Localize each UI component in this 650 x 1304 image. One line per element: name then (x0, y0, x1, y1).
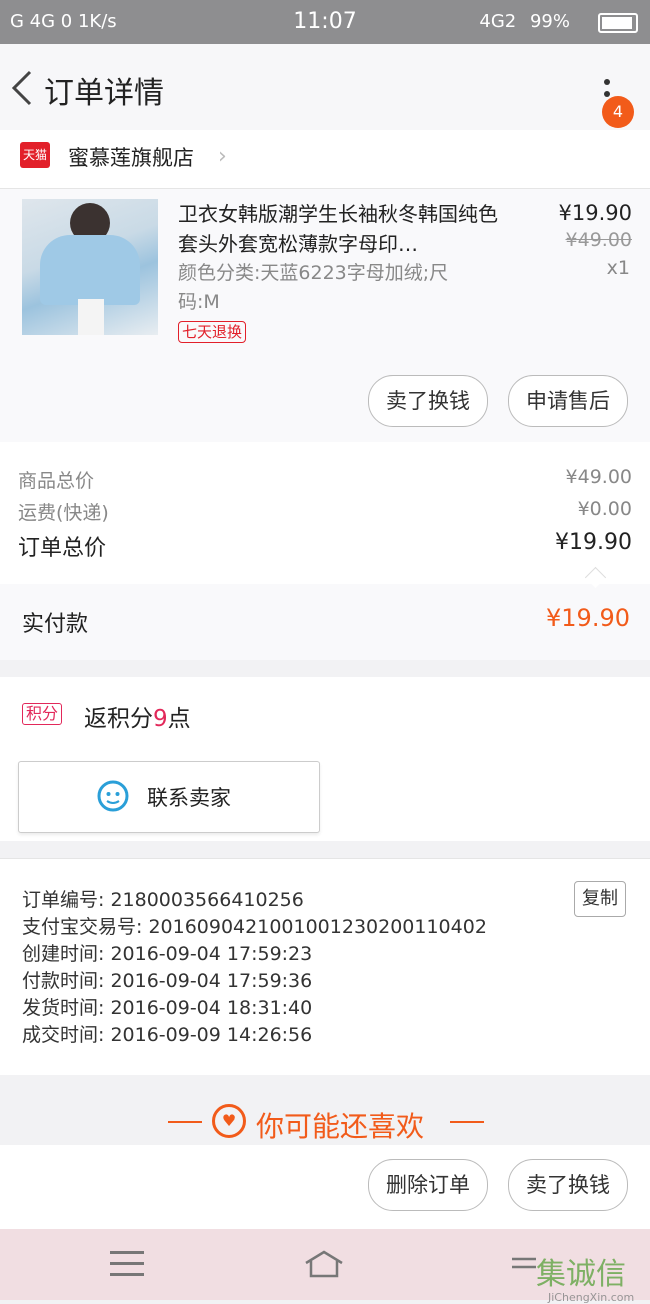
back-arrow-icon[interactable] (8, 68, 38, 108)
chevron-right-icon: › (218, 144, 227, 169)
price-summary: 商品总价 ¥49.00 运费(快递) ¥0.00 订单总价 ¥19.90 (0, 442, 650, 585)
right-dash (450, 1121, 484, 1123)
after-sale-button[interactable]: 申请售后 (508, 375, 628, 427)
created-time: 创建时间: 2016-09-04 17:59:23 (22, 943, 313, 965)
menu-icon[interactable] (110, 1251, 144, 1284)
watermark-text: 集诚信 (536, 1257, 626, 1292)
network-battery: 4G2 99% (479, 11, 570, 32)
paid-value: ¥19.90 (546, 604, 630, 632)
goods-total-label: 商品总价 (18, 470, 95, 492)
goods-total-value: ¥49.00 (565, 466, 632, 488)
order-number: 订单编号: 2180003566410256 (22, 889, 304, 911)
contact-seller-button[interactable]: 联系卖家 (18, 761, 320, 833)
delete-order-button[interactable]: 删除订单 (368, 1159, 488, 1211)
product-card[interactable]: 卫衣女韩版潮学生长袖秋冬韩国纯色套头外套宽松薄款字母印… 颜色分类:天蓝6223… (0, 189, 650, 442)
points-number: 9 (153, 706, 168, 732)
points-text: 返积分9点 (84, 706, 191, 732)
original-price: ¥49.00 (565, 229, 632, 251)
shipped-time: 发货时间: 2016-09-04 18:31:40 (22, 997, 313, 1019)
battery-percent: 99% (529, 11, 570, 32)
home-icon[interactable] (302, 1249, 346, 1279)
header: 订单详情 4 (0, 44, 650, 130)
contact-seller-label: 联系卖家 (147, 786, 231, 810)
product-title: 卫衣女韩版潮学生长袖秋冬韩国纯色套头外套宽松薄款字母印… (178, 202, 498, 256)
recommend-title: 你可能还喜欢 (256, 1110, 425, 1143)
paid-label: 实付款 (22, 612, 89, 637)
order-info: 订单编号: 2180003566410256 支付宝交易号: 201609042… (0, 858, 650, 1076)
store-row[interactable]: 天猫 蜜慕莲旗舰店 › (0, 130, 650, 189)
watermark-url: JiChengXin.com (548, 1291, 635, 1304)
product-price: ¥19.90 (558, 201, 632, 225)
points-row: 积分 返积分9点 (0, 677, 650, 752)
goods-total-row: 商品总价 ¥49.00 (18, 466, 632, 493)
watermark-logo: 集诚信 JiChengXin.com (536, 1249, 634, 1304)
network-label: 4G2 (479, 11, 517, 32)
bottom-actions: 删除订单 卖了换钱 (0, 1145, 650, 1229)
tmall-logo-icon: 天猫 (20, 142, 50, 168)
resell-button[interactable]: 卖了换钱 (368, 375, 488, 427)
heart-icon: ♥ (212, 1104, 246, 1138)
status-bar: G 4G 0 1K/s 11:07 4G2 99% (0, 0, 650, 44)
store-name: 蜜慕莲旗舰店 (68, 146, 194, 170)
message-badge: 4 (602, 96, 634, 128)
recommend-header: ♥ 你可能还喜欢 (0, 1075, 650, 1145)
order-info-lines: 订单编号: 2180003566410256 支付宝交易号: 201609042… (22, 887, 487, 1049)
page-title: 订单详情 (44, 76, 164, 111)
resell-bottom-button[interactable]: 卖了换钱 (508, 1159, 628, 1211)
order-total-row: 订单总价 ¥19.90 (18, 530, 632, 562)
paid-row: 实付款 ¥19.90 (0, 584, 650, 660)
chat-bubble-icon (97, 780, 129, 812)
copy-button[interactable]: 复制 (574, 881, 626, 917)
alipay-number: 支付宝交易号: 2016090421001001230200110402 (22, 916, 487, 938)
seven-day-return-tag: 七天退换 (178, 321, 247, 343)
left-dash (168, 1121, 202, 1123)
paid-time: 付款时间: 2016-09-04 17:59:36 (22, 970, 313, 992)
system-nav-bar: 集诚信 JiChengXin.com (0, 1229, 650, 1304)
shipping-value: ¥0.00 (577, 498, 632, 520)
closed-time: 成交时间: 2016-09-09 14:26:56 (22, 1024, 313, 1046)
contact-section: 联系卖家 (0, 751, 650, 841)
product-thumbnail[interactable] (22, 199, 158, 335)
shipping-label: 运费(快递) (18, 502, 109, 524)
order-total-label: 订单总价 (18, 536, 107, 561)
shipping-row: 运费(快递) ¥0.00 (18, 498, 632, 525)
product-quantity: x1 (606, 257, 630, 279)
points-tag: 积分 (22, 703, 63, 725)
battery-icon (598, 13, 638, 33)
order-total-value: ¥19.90 (555, 530, 632, 555)
product-spec: 颜色分类:天蓝6223字母加绒;尺码:M (178, 262, 449, 313)
